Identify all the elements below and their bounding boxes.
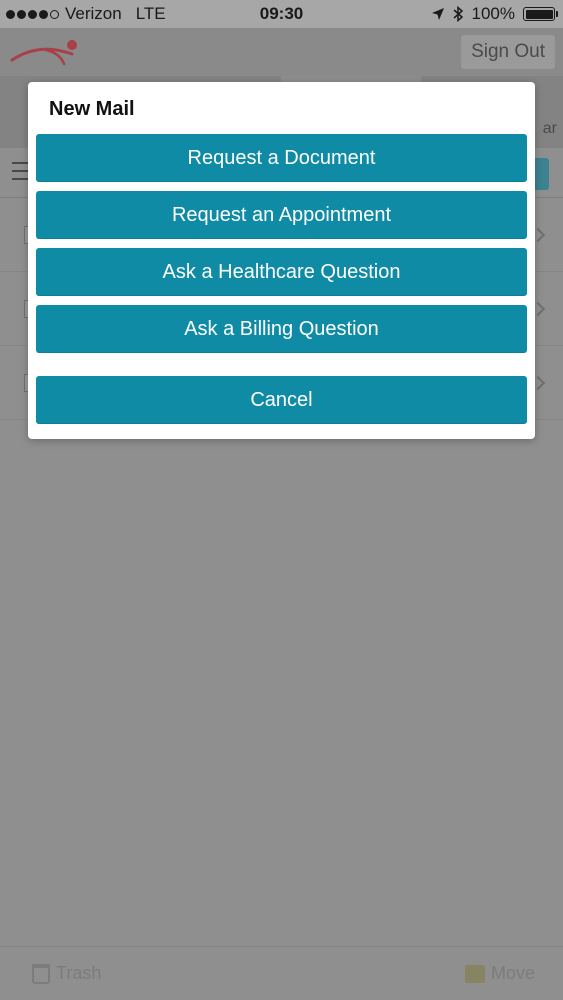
move-label: Move — [490, 963, 535, 983]
battery-percentage: 100% — [471, 4, 515, 23]
new-mail-dialog: New Mail Request a Document Request an A… — [28, 82, 535, 439]
folder-move-icon — [464, 964, 485, 983]
request-appointment-button[interactable]: Request an Appointment — [36, 191, 527, 239]
status-right: 100% — [431, 4, 558, 24]
sign-out-button[interactable]: Sign Out — [461, 35, 555, 69]
dialog-title: New Mail — [49, 98, 135, 120]
status-bar: Verizon LTE 09:30 100% — [0, 0, 563, 28]
request-document-button[interactable]: Request a Document — [36, 134, 527, 182]
battery-icon — [523, 7, 558, 21]
bluetooth-icon — [453, 6, 463, 22]
tab-partial-label: ar — [542, 120, 557, 137]
cancel-button[interactable]: Cancel — [36, 376, 527, 424]
trash-icon — [32, 963, 50, 984]
trash-label: Trash — [56, 963, 102, 983]
healthcare-question-button[interactable]: Ask a Healthcare Question — [36, 248, 527, 296]
move-button[interactable]: Move — [464, 963, 535, 984]
app-header: Sign Out — [0, 28, 563, 76]
location-arrow-icon — [431, 8, 444, 20]
trash-button[interactable]: Trash — [32, 963, 101, 984]
bottom-toolbar: Trash Move — [0, 946, 563, 1000]
billing-question-button[interactable]: Ask a Billing Question — [36, 305, 527, 353]
brand-logo-icon — [10, 40, 77, 66]
